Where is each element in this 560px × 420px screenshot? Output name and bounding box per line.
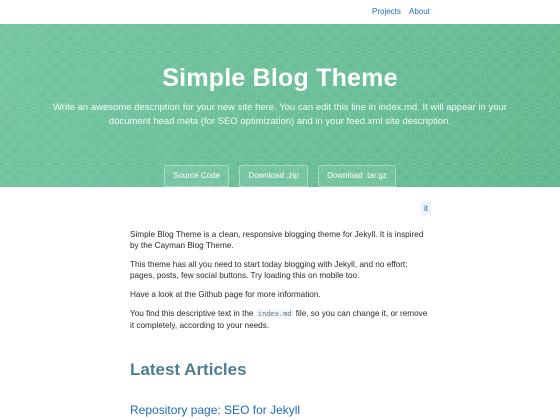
site-description: Write an awesome description for your ne…	[53, 102, 507, 127]
download-targz-button[interactable]: Download .tar.gz	[318, 165, 396, 187]
index-md-code: index.md	[255, 309, 294, 319]
hero-header: Simple Blog Theme Write an awesome descr…	[0, 24, 560, 187]
latest-articles-heading: Latest Articles	[130, 360, 247, 379]
features-paragraph: This theme has all you need to start tod…	[130, 260, 408, 280]
hero-buttons: Source Code Download .zip Download .tar.…	[0, 165, 560, 187]
main-content: Simple Blog Theme is a clean, responsive…	[130, 229, 430, 339]
page-title: Simple Blog Theme	[162, 64, 398, 92]
download-zip-button[interactable]: Download .zip	[239, 165, 308, 187]
edit-instructions-paragraph: You find this descriptive text in the in…	[130, 308, 430, 331]
edit-text-before: You find this descriptive text in the	[130, 309, 256, 318]
intro-paragraph: Simple Blog Theme is a clean, responsive…	[130, 230, 424, 250]
language-link-it[interactable]: it	[421, 202, 431, 215]
article-link[interactable]: Repository page: SEO for Jekyll	[130, 403, 300, 417]
nav-link-about[interactable]: About	[409, 7, 430, 16]
nav-link-projects[interactable]: Projects	[372, 7, 401, 16]
github-paragraph: Have a look at the Github page for more …	[130, 290, 321, 299]
source-code-button[interactable]: Source Code	[164, 165, 229, 187]
top-navigation: Projects About	[0, 0, 560, 24]
